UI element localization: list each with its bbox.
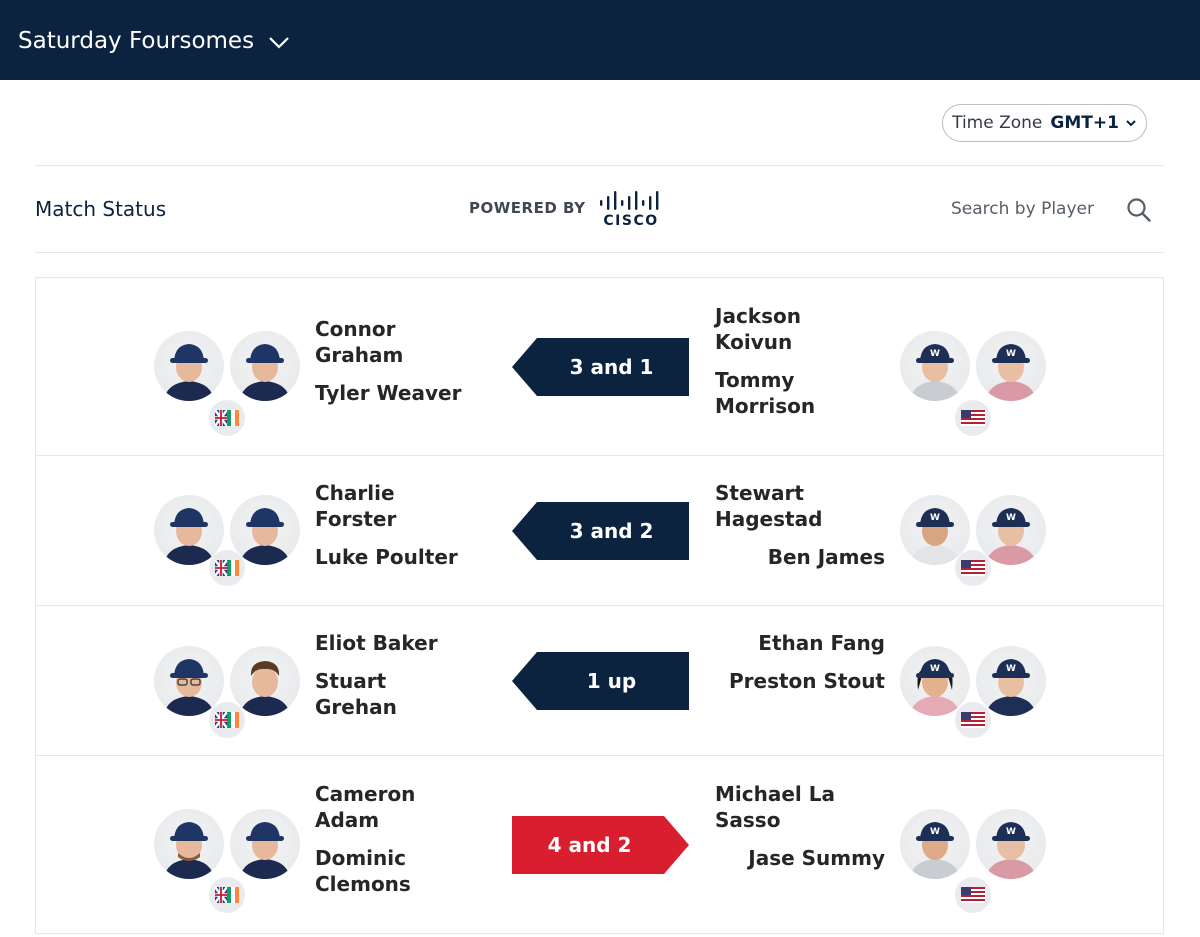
player-avatar: W (900, 331, 970, 401)
player-avatar: W (900, 809, 970, 879)
player-name: Preston Stout (729, 669, 885, 693)
match-result: 3 and 1 (569, 355, 654, 379)
search-icon[interactable] (1126, 197, 1152, 223)
svg-text:W: W (930, 827, 940, 837)
player-avatar (230, 495, 300, 565)
player-avatar: W (976, 331, 1046, 401)
match-row[interactable]: Eliot Baker Stuart Grehan 1 up Ethan Fan… (36, 606, 1163, 756)
match-result-badge: 3 and 2 (512, 502, 689, 560)
search-input[interactable]: Search by Player (951, 199, 1094, 219)
match-list: Connor Graham Tyler Weaver 3 and 1 Jacks… (35, 277, 1164, 934)
gbi-flag-icon (209, 400, 245, 436)
svg-text:W: W (930, 664, 940, 674)
svg-text:W: W (1006, 349, 1016, 359)
gbi-flag-icon (209, 550, 245, 586)
svg-text:W: W (930, 513, 940, 523)
round-title: Saturday Foursomes (18, 28, 255, 54)
svg-text:W: W (1006, 827, 1016, 837)
player-name: Tyler Weaver (315, 381, 462, 405)
player-avatar (154, 809, 224, 879)
svg-text:W: W (1006, 513, 1016, 523)
chevron-down-icon (269, 37, 289, 49)
player-name: Jackson Koivun (715, 304, 801, 354)
timezone-label: Time Zone (952, 113, 1043, 133)
timezone-value: GMT+1 (1050, 113, 1119, 133)
svg-text:W: W (930, 349, 940, 359)
player-name: Charlie Forster (315, 481, 397, 531)
player-avatar (154, 646, 224, 716)
match-result-badge: 4 and 2 (512, 816, 689, 874)
svg-text:CISCO: CISCO (603, 213, 658, 228)
usa-flag-icon (955, 550, 991, 586)
match-result-badge: 1 up (512, 652, 689, 710)
divider (35, 252, 1164, 253)
player-avatar (230, 646, 300, 716)
svg-text:W: W (1006, 664, 1016, 674)
player-avatar (230, 331, 300, 401)
usa-flag-icon (955, 702, 991, 738)
player-name: Ethan Fang (758, 631, 885, 655)
player-avatar (154, 331, 224, 401)
divider (35, 165, 1164, 166)
player-avatar: W (976, 646, 1046, 716)
player-name: Dominic Clemons (315, 846, 411, 896)
match-status-heading: Match Status (35, 197, 167, 221)
player-avatar: W (976, 495, 1046, 565)
match-result: 1 up (586, 669, 637, 693)
player-name: Cameron Adam (315, 782, 416, 832)
match-result: 3 and 2 (569, 519, 654, 543)
player-name: Stuart Grehan (315, 669, 397, 719)
player-name: Jase Summy (748, 846, 885, 870)
player-avatar: W (976, 809, 1046, 879)
match-row[interactable]: Connor Graham Tyler Weaver 3 and 1 Jacks… (36, 278, 1163, 456)
player-avatar (230, 809, 300, 879)
match-result-badge: 3 and 1 (512, 338, 689, 396)
player-name: Ben James (767, 545, 885, 569)
player-name: Michael La Sasso (715, 782, 835, 832)
match-row[interactable]: Charlie Forster Luke Poulter 3 and 2 Ste… (36, 456, 1163, 606)
usa-flag-icon (955, 400, 991, 436)
player-name: Tommy Morrison (715, 368, 816, 418)
timezone-dropdown[interactable]: Time Zone GMT+1 (942, 104, 1147, 142)
header-bar: Saturday Foursomes (0, 0, 1200, 80)
player-name: Connor Graham (315, 317, 404, 367)
chevron-down-icon (1126, 120, 1136, 127)
player-name: Stewart Hagestad (715, 481, 823, 531)
powered-by-label: POWERED BY (469, 199, 586, 217)
player-avatar: W (900, 646, 970, 716)
player-name: Luke Poulter (315, 545, 458, 569)
match-row[interactable]: Cameron Adam Dominic Clemons 4 and 2 Mic… (36, 756, 1163, 933)
usa-flag-icon (955, 877, 991, 913)
match-result: 4 and 2 (547, 833, 632, 857)
cisco-logo: CISCO (600, 191, 659, 228)
round-selector[interactable]: Saturday Foursomes (18, 18, 290, 64)
gbi-flag-icon (209, 702, 245, 738)
gbi-flag-icon (209, 877, 245, 913)
player-name: Eliot Baker (315, 631, 438, 655)
